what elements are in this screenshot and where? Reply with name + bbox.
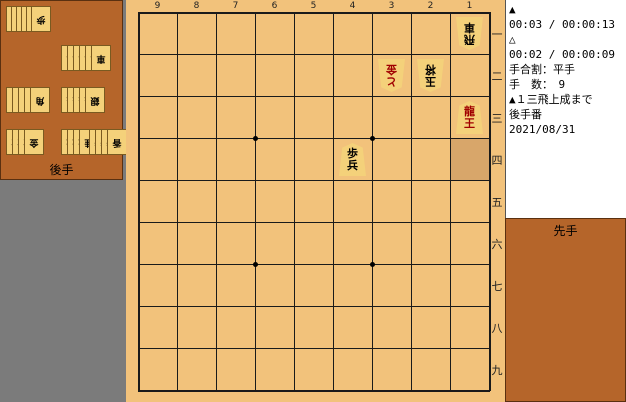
game-info-panel: ▲ 00:03 / 00:00:13 △ 00:02 / 00:00:09 手合…: [505, 0, 626, 218]
grid-line-horizontal: [138, 54, 490, 55]
captured-piece: 金: [24, 129, 44, 155]
handicap-info: 手合割：平手: [509, 63, 575, 76]
file-label: 7: [232, 1, 239, 11]
piece-char-top: 歩: [347, 146, 358, 160]
piece-char-top: 龍: [464, 104, 475, 118]
file-label: 2: [427, 1, 434, 11]
rank-label: 八: [491, 322, 503, 335]
file-label: 4: [349, 1, 356, 11]
sente-marker: ▲: [509, 3, 516, 16]
grid-line-vertical: [255, 12, 256, 391]
rank-label: 二: [491, 70, 503, 83]
piece-gote-1-1[interactable]: 飛車: [456, 17, 483, 50]
grid-line-horizontal: [138, 222, 490, 223]
grid-line-horizontal: [138, 348, 490, 349]
grid-line-horizontal: [138, 12, 490, 14]
gote-piece-stand[interactable]: 歩歩歩歩歩歩車車車車車車角角角角角銀銀銀銀銀金金金金桂桂桂桂香香香香 後手: [0, 0, 127, 180]
piece-char-bottom: 兵: [347, 158, 358, 172]
gote-marker: △: [509, 33, 516, 46]
piece-char-top: 飛: [464, 33, 475, 47]
grid-line-vertical: [294, 12, 295, 391]
move-count: 手 数： 9: [509, 78, 566, 91]
piece-sente-4-4[interactable]: 歩兵: [339, 143, 366, 176]
captured-piece: 香: [107, 129, 127, 155]
rank-label: 五: [491, 196, 503, 209]
grid-line-horizontal: [138, 264, 490, 265]
grid-line-vertical: [138, 12, 140, 391]
star-point: [370, 136, 375, 141]
file-label: 3: [388, 1, 395, 11]
gote-clock: 00:02 / 00:00:09: [509, 48, 615, 61]
grid-line-vertical: [411, 12, 412, 391]
piece-char-bottom: 将: [425, 63, 436, 77]
captured-piece: 車: [91, 45, 111, 71]
rank-label: 九: [491, 364, 503, 377]
piece-char-bottom: 王: [464, 116, 475, 130]
file-label: 1: [466, 1, 473, 11]
piece-char-bottom: 金: [386, 63, 397, 77]
file-label: 8: [193, 1, 200, 11]
grid-line-horizontal: [138, 138, 490, 139]
grid-line-horizontal: [138, 180, 490, 181]
file-label: 5: [310, 1, 317, 11]
rank-label: 六: [491, 238, 503, 251]
sente-clock: 00:03 / 00:00:13: [509, 18, 615, 31]
sente-piece-stand[interactable]: 先手: [505, 218, 626, 402]
grid-line-vertical: [177, 12, 178, 391]
piece-char-top: 玉: [425, 75, 436, 89]
captured-piece: 角: [30, 87, 50, 113]
grid-line-vertical: [216, 12, 217, 391]
gote-label: 後手: [49, 163, 74, 177]
rank-label: 一: [491, 28, 503, 41]
rank-label: 三: [491, 112, 503, 125]
grid-line-horizontal: [138, 390, 490, 392]
grid-line-vertical: [372, 12, 373, 391]
star-point: [253, 262, 258, 267]
star-point: [253, 136, 258, 141]
turn-indicator: 後手番: [509, 108, 542, 121]
piece-gote-3-2[interactable]: と金: [378, 59, 405, 92]
last-move-highlight: [450, 138, 489, 180]
rank-label: 七: [491, 280, 503, 293]
piece-char-bottom: 車: [464, 21, 475, 35]
sente-label: 先手: [553, 224, 578, 238]
file-label: 9: [154, 1, 161, 11]
rank-label: 四: [491, 154, 503, 167]
star-point: [370, 262, 375, 267]
file-label: 6: [271, 1, 278, 11]
captured-piece: 歩: [31, 6, 51, 32]
grid-line-horizontal: [138, 96, 490, 97]
grid-line-vertical: [450, 12, 451, 391]
grid-line-horizontal: [138, 306, 490, 307]
piece-char-top: と: [386, 75, 397, 89]
shogi-board[interactable]: 飛車玉将と金龍王歩兵: [138, 12, 491, 392]
game-date: 2021/08/31: [509, 123, 576, 136]
last-move: ▲１三飛上成まで: [509, 93, 593, 106]
captured-piece: 銀: [85, 87, 105, 113]
piece-sente-1-3[interactable]: 龍王: [456, 101, 483, 134]
piece-gote-2-2[interactable]: 玉将: [417, 59, 444, 92]
grid-line-vertical: [333, 12, 334, 391]
